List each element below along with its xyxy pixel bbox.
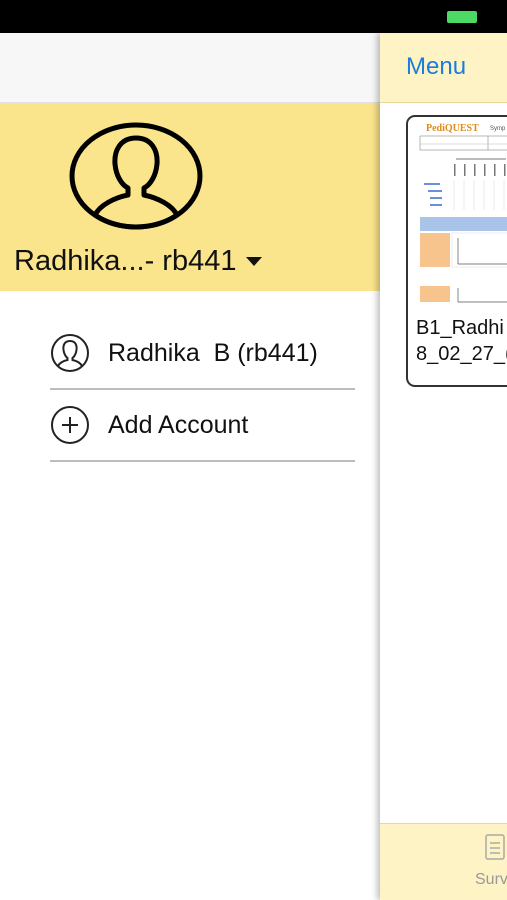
add-account-button[interactable]: Add Account [50, 390, 355, 462]
thumbnail-brand: PediQUEST [426, 123, 479, 134]
account-item-rb441[interactable]: Radhika B (rb441) [50, 318, 355, 390]
document-thumbnail: PediQUEST Symp [416, 120, 507, 310]
profile-name-label: Radhika...- rb441 [14, 245, 237, 277]
status-bar [0, 0, 507, 33]
survey-icon [485, 834, 505, 860]
tab-bar: Surv [380, 823, 507, 900]
document-title: B1_Radhi 8_02_27_( [416, 317, 507, 365]
thumbnail-subtitle: Symp [490, 126, 506, 132]
user-icon [50, 333, 90, 373]
menu-button[interactable]: Menu [406, 53, 466, 81]
main-panel: Menu PediQUEST Symp B1_Radhi 8_02_27_(S… [380, 33, 507, 900]
add-account-label: Add Account [108, 410, 249, 439]
account-switcher[interactable]: Radhika...- rb441 [14, 245, 263, 278]
plus-circle-icon [50, 405, 90, 445]
battery-icon [447, 11, 477, 23]
tab-survey-label[interactable]: Surv [475, 871, 507, 889]
nav-bar: Menu [380, 33, 507, 103]
caret-down-icon [246, 257, 263, 266]
account-label: Radhika B (rb441) [108, 338, 318, 367]
document-card[interactable]: PediQUEST Symp B1_Radhi 8_02_27_( [406, 115, 507, 387]
drawer-top-bar [0, 33, 380, 103]
side-drawer: Radhika...- rb441 Radhika B (rb441) Add … [0, 33, 380, 900]
profile-header: Radhika...- rb441 [0, 103, 380, 291]
avatar-icon [69, 122, 203, 230]
account-list: Radhika B (rb441) Add Account [50, 318, 355, 462]
